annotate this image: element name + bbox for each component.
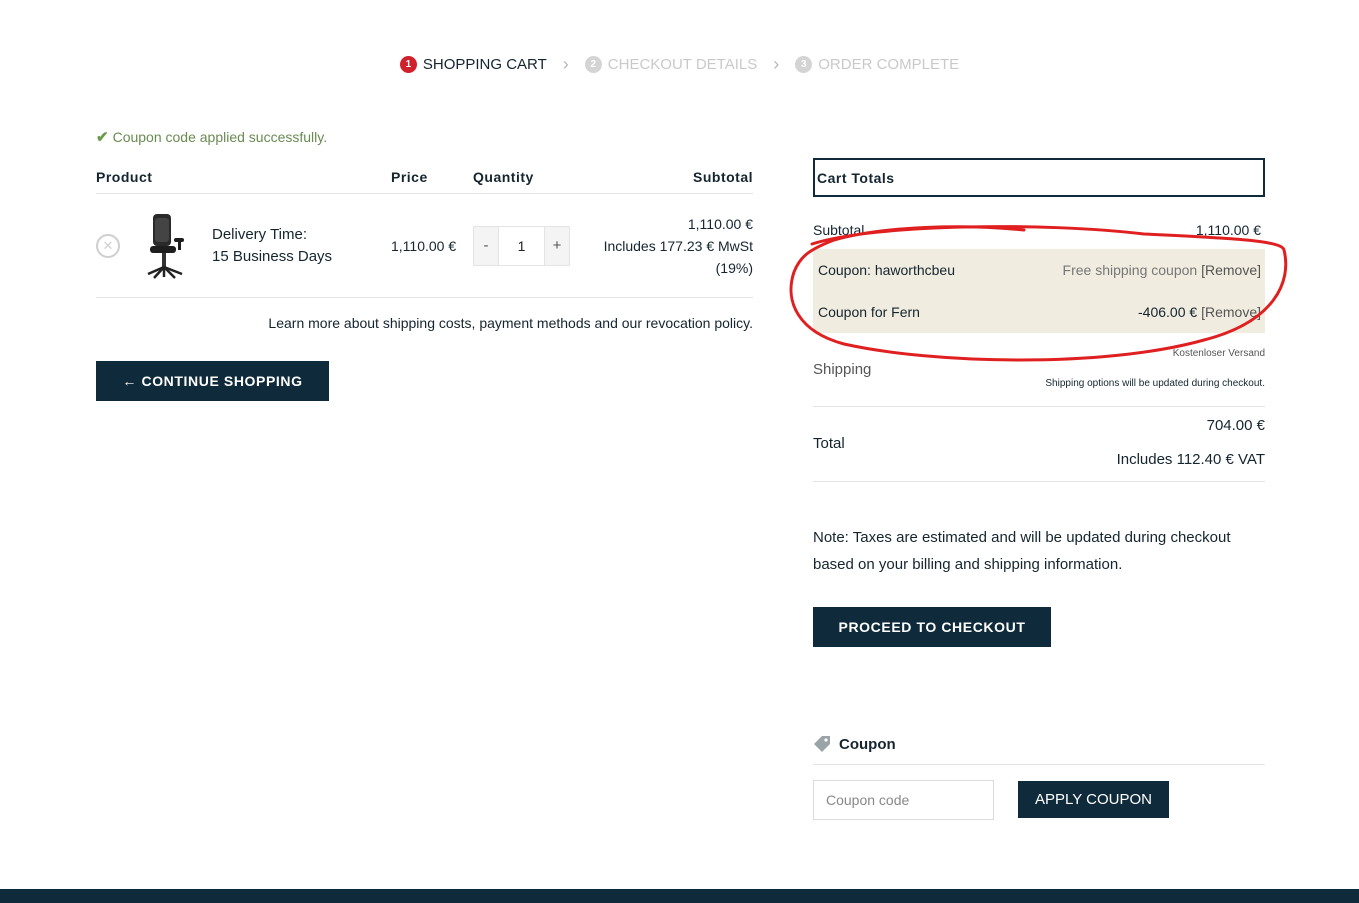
total-vat: Includes 112.40 € VAT xyxy=(1116,451,1265,468)
remove-item-button[interactable]: ✕ xyxy=(96,233,120,258)
header-quantity: Quantity xyxy=(473,168,534,185)
step-label: SHOPPING CART xyxy=(422,56,547,73)
chevron-right-icon: › xyxy=(773,54,780,74)
cart-table: Product Price Quantity Subtotal ✕ Delive… xyxy=(96,160,753,298)
checkout-steps: 1 SHOPPING CART › 2 CHECKOUT DETAILS › 3… xyxy=(0,54,1359,75)
success-notice: ✔ Coupon code applied successfully. xyxy=(96,128,327,146)
step-shopping-cart[interactable]: 1 SHOPPING CART xyxy=(399,56,547,73)
delivery-time-value: 15 Business Days xyxy=(212,247,333,265)
product-delivery-info: Delivery Time: 15 Business Days xyxy=(212,224,332,268)
step-number: 2 xyxy=(584,56,602,73)
totals-shipping-row: Shipping Kostenloser Versand Shipping op… xyxy=(813,333,1265,407)
delivery-time-label: Delivery Time: xyxy=(212,225,308,243)
step-label: CHECKOUT DETAILS xyxy=(607,56,758,73)
item-quantity-cell: - + xyxy=(473,225,593,266)
cart-table-header: Product Price Quantity Subtotal xyxy=(96,160,753,194)
header-price: Price xyxy=(391,168,428,185)
close-icon: ✕ xyxy=(102,237,114,253)
cart-totals-title: Cart Totals xyxy=(813,158,1265,197)
step-checkout-details[interactable]: 2 CHECKOUT DETAILS xyxy=(584,56,758,73)
header-product: Product xyxy=(96,168,153,185)
subtotal-label: Subtotal xyxy=(813,222,865,238)
coupon-value: -406.00 € xyxy=(1138,304,1198,320)
coupon-value: Free shipping coupon xyxy=(1062,262,1198,278)
step-order-complete: 3 ORDER COMPLETE xyxy=(795,56,959,73)
coupon-row: Coupon: haworthcbeu Free shipping coupon… xyxy=(813,249,1265,291)
remove-coupon-link[interactable]: [Remove] xyxy=(1201,304,1261,320)
coupon-label: Coupon: haworthcbeu xyxy=(818,262,955,278)
tax-note: Note: Taxes are estimated and will be up… xyxy=(813,529,1231,573)
coupon-value-group: -406.00 € [Remove] xyxy=(1138,304,1261,320)
item-subtotal-amount: 1,110.00 € xyxy=(687,215,753,232)
coupon-label: Coupon for Fern xyxy=(818,304,920,320)
item-subtotal: 1,110.00 € Includes 177.23 € MwSt (19%) xyxy=(593,213,753,279)
cart-item-row: ✕ Delivery Time: 15 Business Days 1,110.… xyxy=(96,194,753,298)
step-label: ORDER COMPLETE xyxy=(818,56,960,73)
coupon-section: Coupon APPLY COUPON xyxy=(813,728,1265,820)
header-subtotal: Subtotal xyxy=(693,168,753,185)
notice-text: Coupon code applied successfully. xyxy=(112,129,328,145)
tag-icon xyxy=(814,736,830,752)
cart-item-product: ✕ Delivery Time: 15 Business Days xyxy=(96,212,391,280)
continue-shopping-button[interactable]: ← CONTINUE SHOPPING xyxy=(96,361,329,401)
check-icon: ✔ xyxy=(96,129,109,146)
step-number: 1 xyxy=(399,56,417,73)
totals-total-row: Total 704.00 € Includes 112.40 € VAT xyxy=(813,407,1265,482)
item-subtotal-tax: Includes 177.23 € MwSt xyxy=(603,237,753,254)
cart-totals: Cart Totals Subtotal 1,110.00 € Coupon: … xyxy=(813,158,1265,482)
coupon-heading: Coupon xyxy=(813,728,1265,765)
chevron-right-icon: › xyxy=(562,54,569,74)
shipping-note: Shipping options will be updated during … xyxy=(1045,378,1265,389)
learn-more-link[interactable]: Learn more about shipping costs, payment… xyxy=(96,315,753,331)
product-thumbnail[interactable] xyxy=(142,212,190,280)
quantity-decrease-button[interactable]: - xyxy=(474,226,498,265)
total-value: 704.00 € xyxy=(1206,417,1265,434)
proceed-to-checkout-button[interactable]: PROCEED TO CHECKOUT xyxy=(813,607,1051,647)
totals-subtotal-row: Subtotal 1,110.00 € xyxy=(813,197,1265,249)
coupon-value-group: Free shipping coupon [Remove] xyxy=(1063,262,1261,278)
coupon-row: Coupon for Fern -406.00 € [Remove] xyxy=(813,291,1265,333)
item-subtotal-rate: (19%) xyxy=(715,259,753,276)
remove-coupon-link[interactable]: [Remove] xyxy=(1201,262,1261,278)
item-price: 1,110.00 € xyxy=(391,237,457,254)
quantity-stepper: - + xyxy=(473,225,570,266)
step-number: 3 xyxy=(795,56,813,73)
shipping-label: Shipping xyxy=(813,361,872,378)
quantity-increase-button[interactable]: + xyxy=(545,226,569,265)
applied-coupons: Coupon: haworthcbeu Free shipping coupon… xyxy=(813,249,1265,333)
coupon-title: Coupon xyxy=(839,735,896,753)
shipping-method: Kostenloser Versand xyxy=(1172,348,1265,359)
apply-coupon-button[interactable]: APPLY COUPON xyxy=(1018,781,1169,818)
total-label: Total xyxy=(813,435,845,452)
coupon-code-input[interactable] xyxy=(813,780,994,820)
subtotal-value: 1,110.00 € xyxy=(1195,222,1261,238)
footer-bar xyxy=(0,889,1359,903)
quantity-input[interactable] xyxy=(498,226,545,265)
